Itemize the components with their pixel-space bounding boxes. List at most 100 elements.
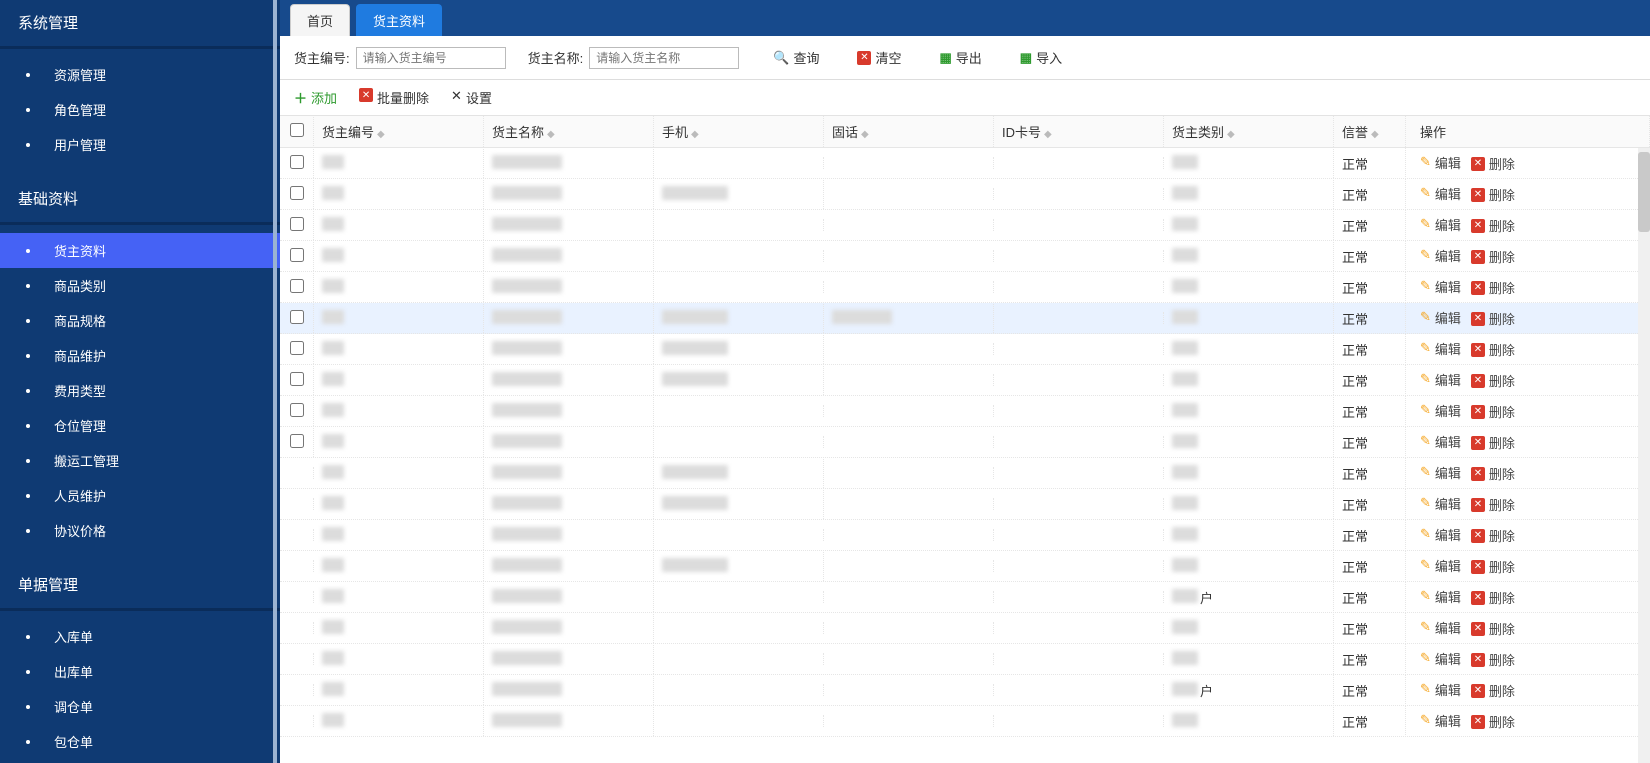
row-checkbox[interactable] — [290, 186, 304, 200]
delete-button[interactable]: ✕删除 — [1471, 340, 1515, 359]
sidebar-item[interactable]: 用户管理 — [0, 127, 280, 162]
clear-button[interactable]: ✕ 清空 — [849, 46, 909, 69]
table-row[interactable]: 正常✎编辑✕删除 — [280, 334, 1650, 365]
row-checkbox[interactable] — [290, 279, 304, 293]
edit-button[interactable]: ✎编辑 — [1420, 401, 1461, 420]
edit-button[interactable]: ✎编辑 — [1420, 308, 1461, 327]
sidebar-item[interactable]: 商品类别 — [0, 268, 280, 303]
delete-button[interactable]: ✕删除 — [1471, 526, 1515, 545]
col-type[interactable]: 货主类别◆ — [1164, 116, 1334, 147]
table-row[interactable]: 正常✎编辑✕删除 — [280, 427, 1650, 458]
sidebar-item[interactable]: 仓位管理 — [0, 408, 280, 443]
sidebar-scrollbar[interactable] — [273, 0, 277, 763]
table-row[interactable]: 正常✎编辑✕删除 — [280, 303, 1650, 334]
edit-button[interactable]: ✎编辑 — [1420, 339, 1461, 358]
sidebar-item[interactable]: 包仓单 — [0, 724, 280, 759]
table-row[interactable]: 正常✎编辑✕删除 — [280, 272, 1650, 303]
settings-button[interactable]: ✕ 设置 — [451, 88, 492, 107]
row-checkbox[interactable] — [290, 372, 304, 386]
delete-button[interactable]: ✕删除 — [1471, 650, 1515, 669]
row-checkbox[interactable] — [290, 434, 304, 448]
delete-button[interactable]: ✕删除 — [1471, 402, 1515, 421]
delete-button[interactable]: ✕删除 — [1471, 681, 1515, 700]
delete-button[interactable]: ✕删除 — [1471, 185, 1515, 204]
search-code-input[interactable] — [356, 47, 506, 69]
edit-button[interactable]: ✎编辑 — [1420, 556, 1461, 575]
edit-button[interactable]: ✎编辑 — [1420, 215, 1461, 234]
table-row[interactable]: 正常✎编辑✕删除 — [280, 210, 1650, 241]
delete-button[interactable]: ✕删除 — [1471, 309, 1515, 328]
row-checkbox[interactable] — [290, 217, 304, 231]
sidebar-item[interactable]: 入库单 — [0, 619, 280, 654]
edit-button[interactable]: ✎编辑 — [1420, 494, 1461, 513]
delete-button[interactable]: ✕删除 — [1471, 216, 1515, 235]
table-row[interactable]: 正常✎编辑✕删除 — [280, 179, 1650, 210]
delete-button[interactable]: ✕删除 — [1471, 154, 1515, 173]
edit-button[interactable]: ✎编辑 — [1420, 649, 1461, 668]
table-row[interactable]: 正常✎编辑✕删除 — [280, 706, 1650, 737]
table-row[interactable]: 正常✎编辑✕删除 — [280, 365, 1650, 396]
search-name-input[interactable] — [589, 47, 739, 69]
table-row[interactable]: 正常✎编辑✕删除 — [280, 644, 1650, 675]
edit-button[interactable]: ✎编辑 — [1420, 618, 1461, 637]
sidebar-item[interactable]: 调仓单 — [0, 689, 280, 724]
batch-delete-button[interactable]: ✕ 批量删除 — [359, 88, 429, 107]
delete-button[interactable]: ✕删除 — [1471, 712, 1515, 731]
table-row[interactable]: 户正常✎编辑✕删除 — [280, 582, 1650, 613]
edit-button[interactable]: ✎编辑 — [1420, 153, 1461, 172]
edit-button[interactable]: ✎编辑 — [1420, 711, 1461, 730]
sidebar-item[interactable]: 资源管理 — [0, 57, 280, 92]
sidebar-item[interactable]: 商品规格 — [0, 303, 280, 338]
edit-button[interactable]: ✎编辑 — [1420, 463, 1461, 482]
delete-button[interactable]: ✕删除 — [1471, 247, 1515, 266]
table-row[interactable]: 正常✎编辑✕删除 — [280, 458, 1650, 489]
delete-button[interactable]: ✕删除 — [1471, 371, 1515, 390]
sidebar-item[interactable]: 商品维护 — [0, 338, 280, 373]
sidebar-item[interactable]: 货主资料 — [0, 233, 280, 268]
delete-button[interactable]: ✕删除 — [1471, 588, 1515, 607]
row-checkbox[interactable] — [290, 155, 304, 169]
tab[interactable]: 货主资料 — [356, 4, 442, 36]
row-checkbox[interactable] — [290, 310, 304, 324]
sidebar-item[interactable]: 费用类型 — [0, 373, 280, 408]
table-row[interactable]: 正常✎编辑✕删除 — [280, 489, 1650, 520]
sidebar-item[interactable]: 人员维护 — [0, 478, 280, 513]
table-row[interactable]: 正常✎编辑✕删除 — [280, 613, 1650, 644]
query-button[interactable]: 🔍 查询 — [765, 46, 827, 69]
edit-button[interactable]: ✎编辑 — [1420, 587, 1461, 606]
edit-button[interactable]: ✎编辑 — [1420, 277, 1461, 296]
select-all-checkbox[interactable] — [290, 123, 304, 137]
sidebar-item[interactable]: 搬运单 — [0, 759, 280, 763]
delete-button[interactable]: ✕删除 — [1471, 433, 1515, 452]
table-row[interactable]: 正常✎编辑✕删除 — [280, 396, 1650, 427]
sidebar-item[interactable]: 角色管理 — [0, 92, 280, 127]
table-row[interactable]: 正常✎编辑✕删除 — [280, 241, 1650, 272]
table-row[interactable]: 正常✎编辑✕删除 — [280, 520, 1650, 551]
row-checkbox[interactable] — [290, 403, 304, 417]
edit-button[interactable]: ✎编辑 — [1420, 525, 1461, 544]
delete-button[interactable]: ✕删除 — [1471, 495, 1515, 514]
table-row[interactable]: 正常✎编辑✕删除 — [280, 148, 1650, 179]
sidebar-item[interactable]: 协议价格 — [0, 513, 280, 548]
export-button[interactable]: ▦ 导出 — [931, 46, 989, 69]
tab[interactable]: 首页 — [290, 4, 350, 36]
delete-button[interactable]: ✕删除 — [1471, 557, 1515, 576]
edit-button[interactable]: ✎编辑 — [1420, 680, 1461, 699]
row-checkbox[interactable] — [290, 248, 304, 262]
col-idcard[interactable]: ID卡号◆ — [994, 116, 1164, 147]
table-row[interactable]: 正常✎编辑✕删除 — [280, 551, 1650, 582]
col-code[interactable]: 货主编号◆ — [314, 116, 484, 147]
col-phone[interactable]: 手机◆ — [654, 116, 824, 147]
delete-button[interactable]: ✕删除 — [1471, 619, 1515, 638]
edit-button[interactable]: ✎编辑 — [1420, 184, 1461, 203]
edit-button[interactable]: ✎编辑 — [1420, 246, 1461, 265]
sidebar-item[interactable]: 搬运工管理 — [0, 443, 280, 478]
edit-button[interactable]: ✎编辑 — [1420, 370, 1461, 389]
col-tel[interactable]: 固话◆ — [824, 116, 994, 147]
table-scrollbar[interactable] — [1638, 148, 1650, 763]
sidebar-item[interactable]: 出库单 — [0, 654, 280, 689]
col-name[interactable]: 货主名称◆ — [484, 116, 654, 147]
edit-button[interactable]: ✎编辑 — [1420, 432, 1461, 451]
add-button[interactable]: ＋ 添加 — [294, 88, 337, 107]
table-row[interactable]: 户正常✎编辑✕删除 — [280, 675, 1650, 706]
